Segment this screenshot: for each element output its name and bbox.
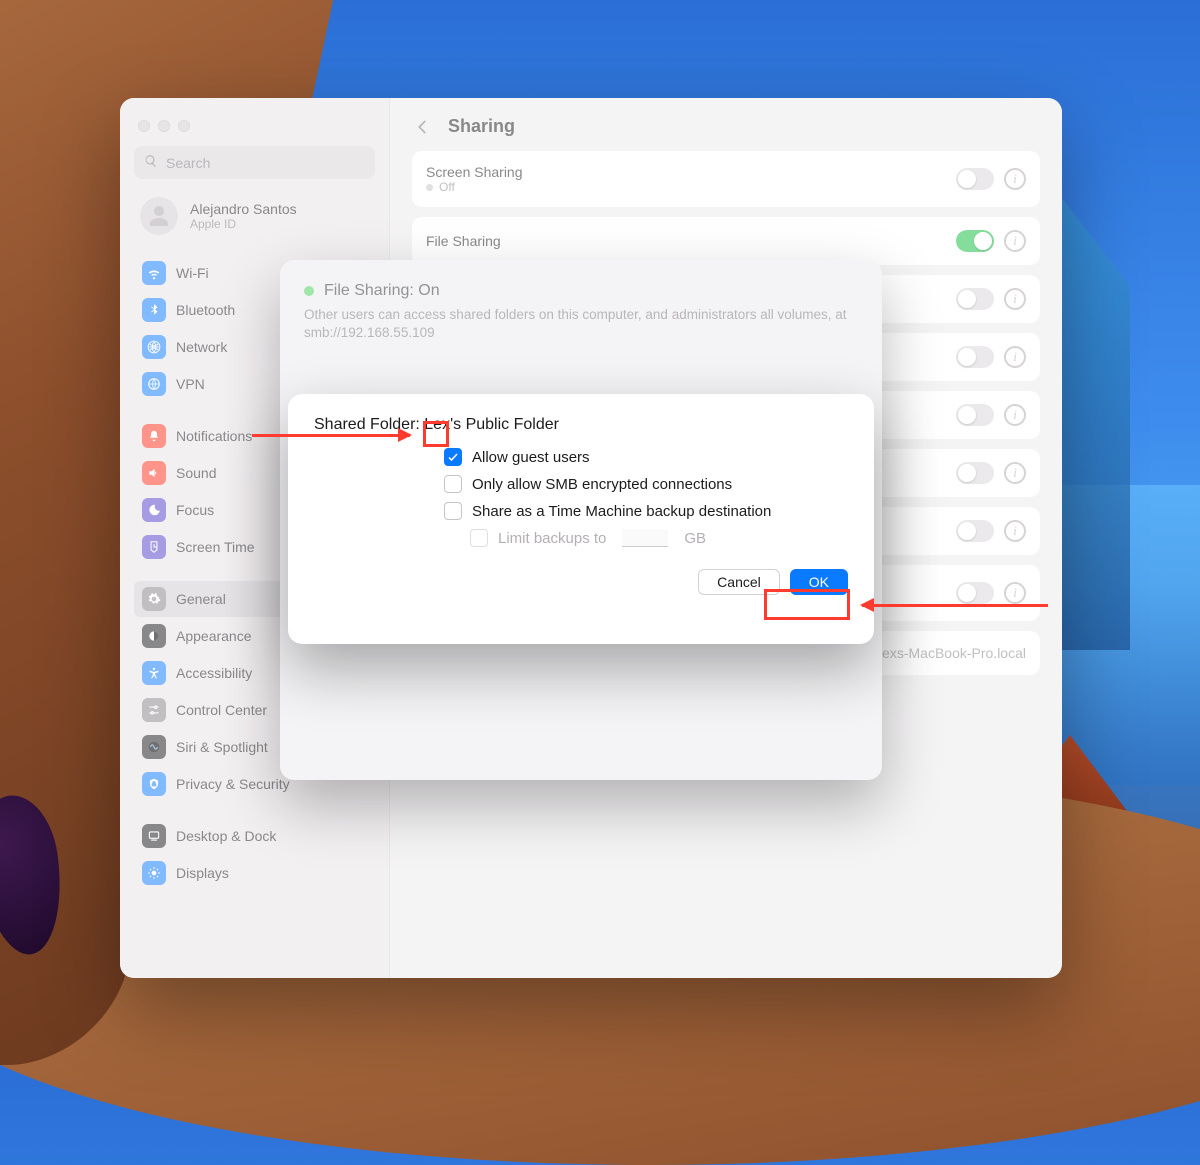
sidebar-item-label: Displays: [176, 865, 229, 881]
info-icon[interactable]: i: [1004, 288, 1026, 310]
account-sub: Apple ID: [190, 217, 297, 231]
info-icon[interactable]: i: [1004, 582, 1026, 604]
settings-row[interactable]: Screen SharingOff i: [412, 151, 1040, 207]
sidebar-icon: [142, 261, 166, 285]
account-row[interactable]: Alejandro Santos Apple ID: [140, 197, 369, 235]
checkbox-smb[interactable]: [444, 475, 462, 493]
sidebar-icon: [142, 372, 166, 396]
sidebar-icon: [142, 698, 166, 722]
sidebar-icon: [142, 772, 166, 796]
sidebar-item-label: Bluetooth: [176, 302, 235, 318]
sidebar-icon: [142, 461, 166, 485]
option-label-pre: Limit backups to: [498, 530, 606, 547]
toggle[interactable]: [956, 346, 994, 368]
sidebar-icon: [142, 624, 166, 648]
back-button[interactable]: [414, 118, 432, 136]
search-icon: [144, 154, 158, 171]
sidebar-item-label: Privacy & Security: [176, 776, 290, 792]
zoom-dot[interactable]: [178, 120, 190, 132]
checkbox-tm[interactable]: [444, 502, 462, 520]
sidebar-item-label: General: [176, 591, 226, 607]
arrow-to-checkbox: [252, 434, 410, 437]
toggle[interactable]: [956, 288, 994, 310]
shared-folder-dialog: Shared Folder: Lex's Public Folder Allow…: [288, 394, 874, 644]
sidebar-item-displays[interactable]: Displays: [134, 855, 375, 891]
toggle[interactable]: [956, 582, 994, 604]
info-icon[interactable]: i: [1004, 404, 1026, 426]
info-icon[interactable]: i: [1004, 520, 1026, 542]
sidebar-icon: [142, 424, 166, 448]
check-icon: [447, 451, 459, 463]
limit-input: [622, 529, 668, 547]
toggle[interactable]: [956, 404, 994, 426]
sidebar-item-label: Appearance: [176, 628, 252, 644]
toggle[interactable]: [956, 462, 994, 484]
avatar: [140, 197, 178, 235]
option-limit-backups: Limit backups to GB: [444, 529, 848, 547]
cancel-button[interactable]: Cancel: [698, 569, 780, 595]
checkbox-limit: [470, 529, 488, 547]
sidebar-item-label: Siri & Spotlight: [176, 739, 268, 755]
sidebar-item-label: Screen Time: [176, 539, 255, 555]
sidebar-icon: [142, 587, 166, 611]
sidebar-item-label: VPN: [176, 376, 205, 392]
row-title: File Sharing: [426, 233, 956, 249]
toggle[interactable]: [956, 230, 994, 252]
close-dot[interactable]: [138, 120, 150, 132]
option-time-machine[interactable]: Share as a Time Machine backup destinati…: [444, 502, 848, 520]
toggle[interactable]: [956, 520, 994, 542]
account-name: Alejandro Santos: [190, 201, 297, 217]
sidebar-icon: [142, 824, 166, 848]
search-placeholder: Search: [166, 155, 210, 171]
file-sharing-title: File Sharing: On: [324, 282, 440, 300]
settings-row[interactable]: File Sharing i: [412, 217, 1040, 265]
row-title: Screen Sharing: [426, 164, 956, 180]
dialog-title: Shared Folder: Lex's Public Folder: [314, 416, 848, 434]
sidebar-icon: [142, 535, 166, 559]
file-sharing-desc: Other users can access shared folders on…: [304, 306, 858, 342]
sidebar-item-label: Wi-Fi: [176, 265, 209, 281]
sidebar-icon: [142, 735, 166, 759]
info-icon[interactable]: i: [1004, 462, 1026, 484]
info-icon[interactable]: i: [1004, 168, 1026, 190]
sidebar-item-label: Sound: [176, 465, 216, 481]
sidebar-item-label: Control Center: [176, 702, 267, 718]
sidebar-item-label: Focus: [176, 502, 214, 518]
row-status: Off: [439, 180, 455, 194]
page-title: Sharing: [448, 116, 515, 137]
arrow-to-ok: [862, 604, 1048, 607]
sidebar-icon: [142, 498, 166, 522]
sidebar-item-label: Accessibility: [176, 665, 252, 681]
sidebar-item-label: Desktop & Dock: [176, 828, 276, 844]
option-label: Allow guest users: [472, 449, 590, 466]
search-input[interactable]: Search: [134, 146, 375, 179]
minimize-dot[interactable]: [158, 120, 170, 132]
option-label: Only allow SMB encrypted connections: [472, 476, 732, 493]
sidebar-item-desktop-dock[interactable]: Desktop & Dock: [134, 818, 375, 854]
checkbox-allow-guests[interactable]: [444, 448, 462, 466]
sidebar-icon: [142, 335, 166, 359]
sidebar-item-label: Notifications: [176, 428, 252, 444]
status-dot-icon: [304, 286, 314, 296]
sidebar-icon: [142, 861, 166, 885]
option-label-suf: GB: [684, 530, 706, 547]
hostname-value: Lexs-MacBook-Pro.local: [874, 645, 1026, 661]
ok-button[interactable]: OK: [790, 569, 848, 595]
window-controls: [138, 120, 375, 132]
option-allow-guests[interactable]: Allow guest users: [444, 448, 848, 466]
sidebar-icon: [142, 298, 166, 322]
info-icon[interactable]: i: [1004, 230, 1026, 252]
sidebar-icon: [142, 661, 166, 685]
sidebar-item-label: Network: [176, 339, 227, 355]
toggle[interactable]: [956, 168, 994, 190]
option-label: Share as a Time Machine backup destinati…: [472, 503, 771, 520]
option-smb-encrypted[interactable]: Only allow SMB encrypted connections: [444, 475, 848, 493]
info-icon[interactable]: i: [1004, 346, 1026, 368]
